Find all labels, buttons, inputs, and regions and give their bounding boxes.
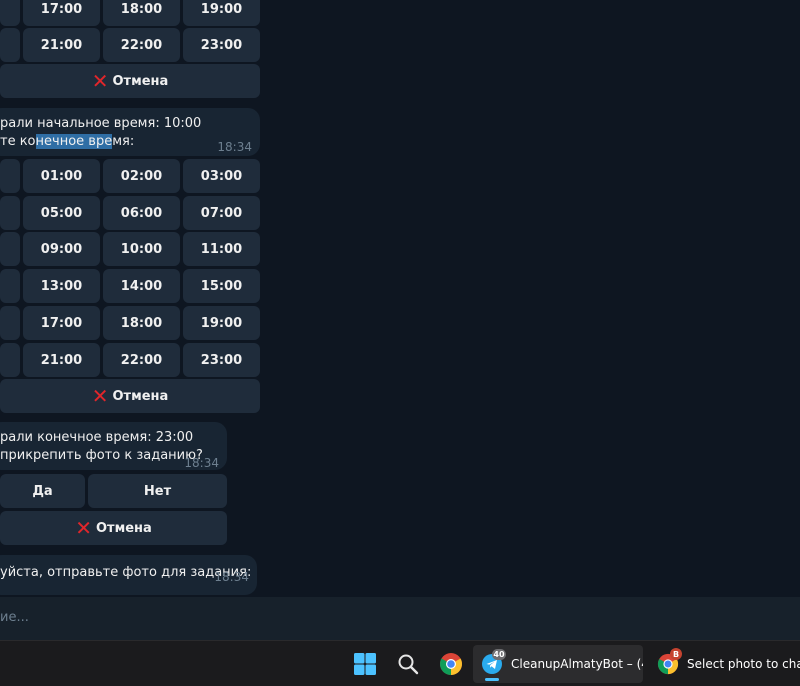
- time-button[interactable]: [0, 269, 20, 303]
- message-line: рали конечное время: 23:00: [0, 430, 194, 445]
- cross-icon: ✕: [75, 516, 92, 540]
- cross-icon: ✕: [91, 69, 109, 93]
- time-button[interactable]: [0, 306, 20, 340]
- kb2-row: 13:00 14:00 15:00: [0, 269, 260, 303]
- kb2-row: 09:00 10:00 11:00: [0, 232, 260, 266]
- taskbar-app-label: CleanupAlmatyBot – (41: [511, 657, 643, 671]
- time-button[interactable]: 09:00: [23, 232, 100, 266]
- message-time: 18:34: [217, 140, 252, 154]
- taskbar: 40 CleanupAlmatyBot – (41 B Select photo…: [0, 640, 800, 686]
- time-button[interactable]: 21:00: [23, 28, 100, 62]
- telegram-icon: 40: [481, 649, 506, 675]
- time-button[interactable]: 15:00: [183, 269, 260, 303]
- bot-message-send-photo: уйста, отправьте фото для задания: 18:34: [0, 555, 257, 595]
- cancel-button[interactable]: ✕ Отмена: [0, 511, 227, 545]
- time-button[interactable]: 07:00: [183, 196, 260, 230]
- taskbar-chrome-window[interactable]: B Select photo to chang: [649, 645, 800, 683]
- time-button[interactable]: 17:00: [23, 0, 100, 26]
- message-time: 18:34: [184, 456, 219, 470]
- cancel-button[interactable]: ✕ Отмена: [0, 64, 260, 98]
- time-button[interactable]: 23:00: [183, 28, 260, 62]
- text-selection: нечное вре: [35, 134, 113, 149]
- bot-message-end-time: рали конечное время: 23:00 прикрепить фо…: [0, 422, 227, 470]
- kb2-cancel-row: ✕ Отмена: [0, 379, 260, 413]
- time-button[interactable]: [0, 196, 20, 230]
- time-button[interactable]: 18:00: [103, 0, 180, 26]
- message-input[interactable]: ие...: [0, 597, 800, 640]
- cancel-button[interactable]: ✕ Отмена: [0, 379, 260, 413]
- time-button[interactable]: 19:00: [183, 0, 260, 26]
- search-icon[interactable]: [394, 650, 422, 678]
- time-button[interactable]: 22:00: [103, 343, 180, 377]
- kb1-cancel-row: ✕ Отмена: [0, 64, 260, 98]
- time-button[interactable]: 23:00: [183, 343, 260, 377]
- taskbar-telegram-app[interactable]: 40 CleanupAlmatyBot – (41: [473, 645, 643, 683]
- windows-start-icon[interactable]: [351, 650, 379, 678]
- message-time: 18:34: [214, 570, 249, 584]
- time-button[interactable]: 01:00: [23, 159, 100, 193]
- chrome-profile-icon: B: [657, 648, 682, 675]
- yes-no-row: Да Нет: [0, 474, 227, 508]
- time-button[interactable]: 17:00: [23, 306, 100, 340]
- kb2-row: 21:00 22:00 23:00: [0, 343, 260, 377]
- cross-icon: ✕: [91, 384, 109, 408]
- cancel-label: Отмена: [112, 388, 169, 404]
- kb2-row: 01:00 02:00 03:00: [0, 159, 260, 193]
- time-button[interactable]: [0, 232, 20, 266]
- unread-badge: 40: [492, 649, 506, 660]
- input-placeholder: ие...: [0, 610, 29, 625]
- time-button[interactable]: 19:00: [183, 306, 260, 340]
- chat-area: 17:00 18:00 19:00 21:00 22:00 23:00 ✕ От…: [0, 0, 800, 597]
- no-button[interactable]: Нет: [88, 474, 227, 508]
- time-button-20[interactable]: [0, 28, 20, 62]
- kb2-row: 05:00 06:00 07:00: [0, 196, 260, 230]
- time-button[interactable]: 10:00: [103, 232, 180, 266]
- chrome-icon[interactable]: [437, 650, 465, 678]
- time-button[interactable]: 03:00: [183, 159, 260, 193]
- time-button[interactable]: 02:00: [103, 159, 180, 193]
- time-button[interactable]: 14:00: [103, 269, 180, 303]
- kb3-cancel-row: ✕ Отмена: [0, 511, 227, 545]
- kb2-row: 17:00 18:00 19:00: [0, 306, 260, 340]
- kb1-row2: 21:00 22:00 23:00: [0, 28, 260, 62]
- message-line: рали начальное время: 10:00: [0, 116, 202, 131]
- time-button[interactable]: [0, 343, 20, 377]
- cancel-label: Отмена: [95, 520, 152, 536]
- time-button[interactable]: 13:00: [23, 269, 100, 303]
- time-button-16[interactable]: [0, 0, 20, 26]
- time-button[interactable]: [0, 159, 20, 193]
- profile-badge: B: [670, 648, 682, 660]
- kb1-row1: 17:00 18:00 19:00: [0, 0, 260, 26]
- active-indicator: [485, 678, 499, 681]
- bot-message-start-time: рали начальное время: 10:00 те конечное …: [0, 108, 260, 156]
- cancel-label: Отмена: [112, 73, 169, 89]
- time-button[interactable]: 06:00: [103, 196, 180, 230]
- time-button[interactable]: 21:00: [23, 343, 100, 377]
- time-button[interactable]: 11:00: [183, 232, 260, 266]
- taskbar-app-label: Select photo to chang: [687, 657, 800, 671]
- time-button[interactable]: 22:00: [103, 28, 180, 62]
- time-button[interactable]: 05:00: [23, 196, 100, 230]
- time-button[interactable]: 18:00: [103, 306, 180, 340]
- yes-button[interactable]: Да: [0, 474, 85, 508]
